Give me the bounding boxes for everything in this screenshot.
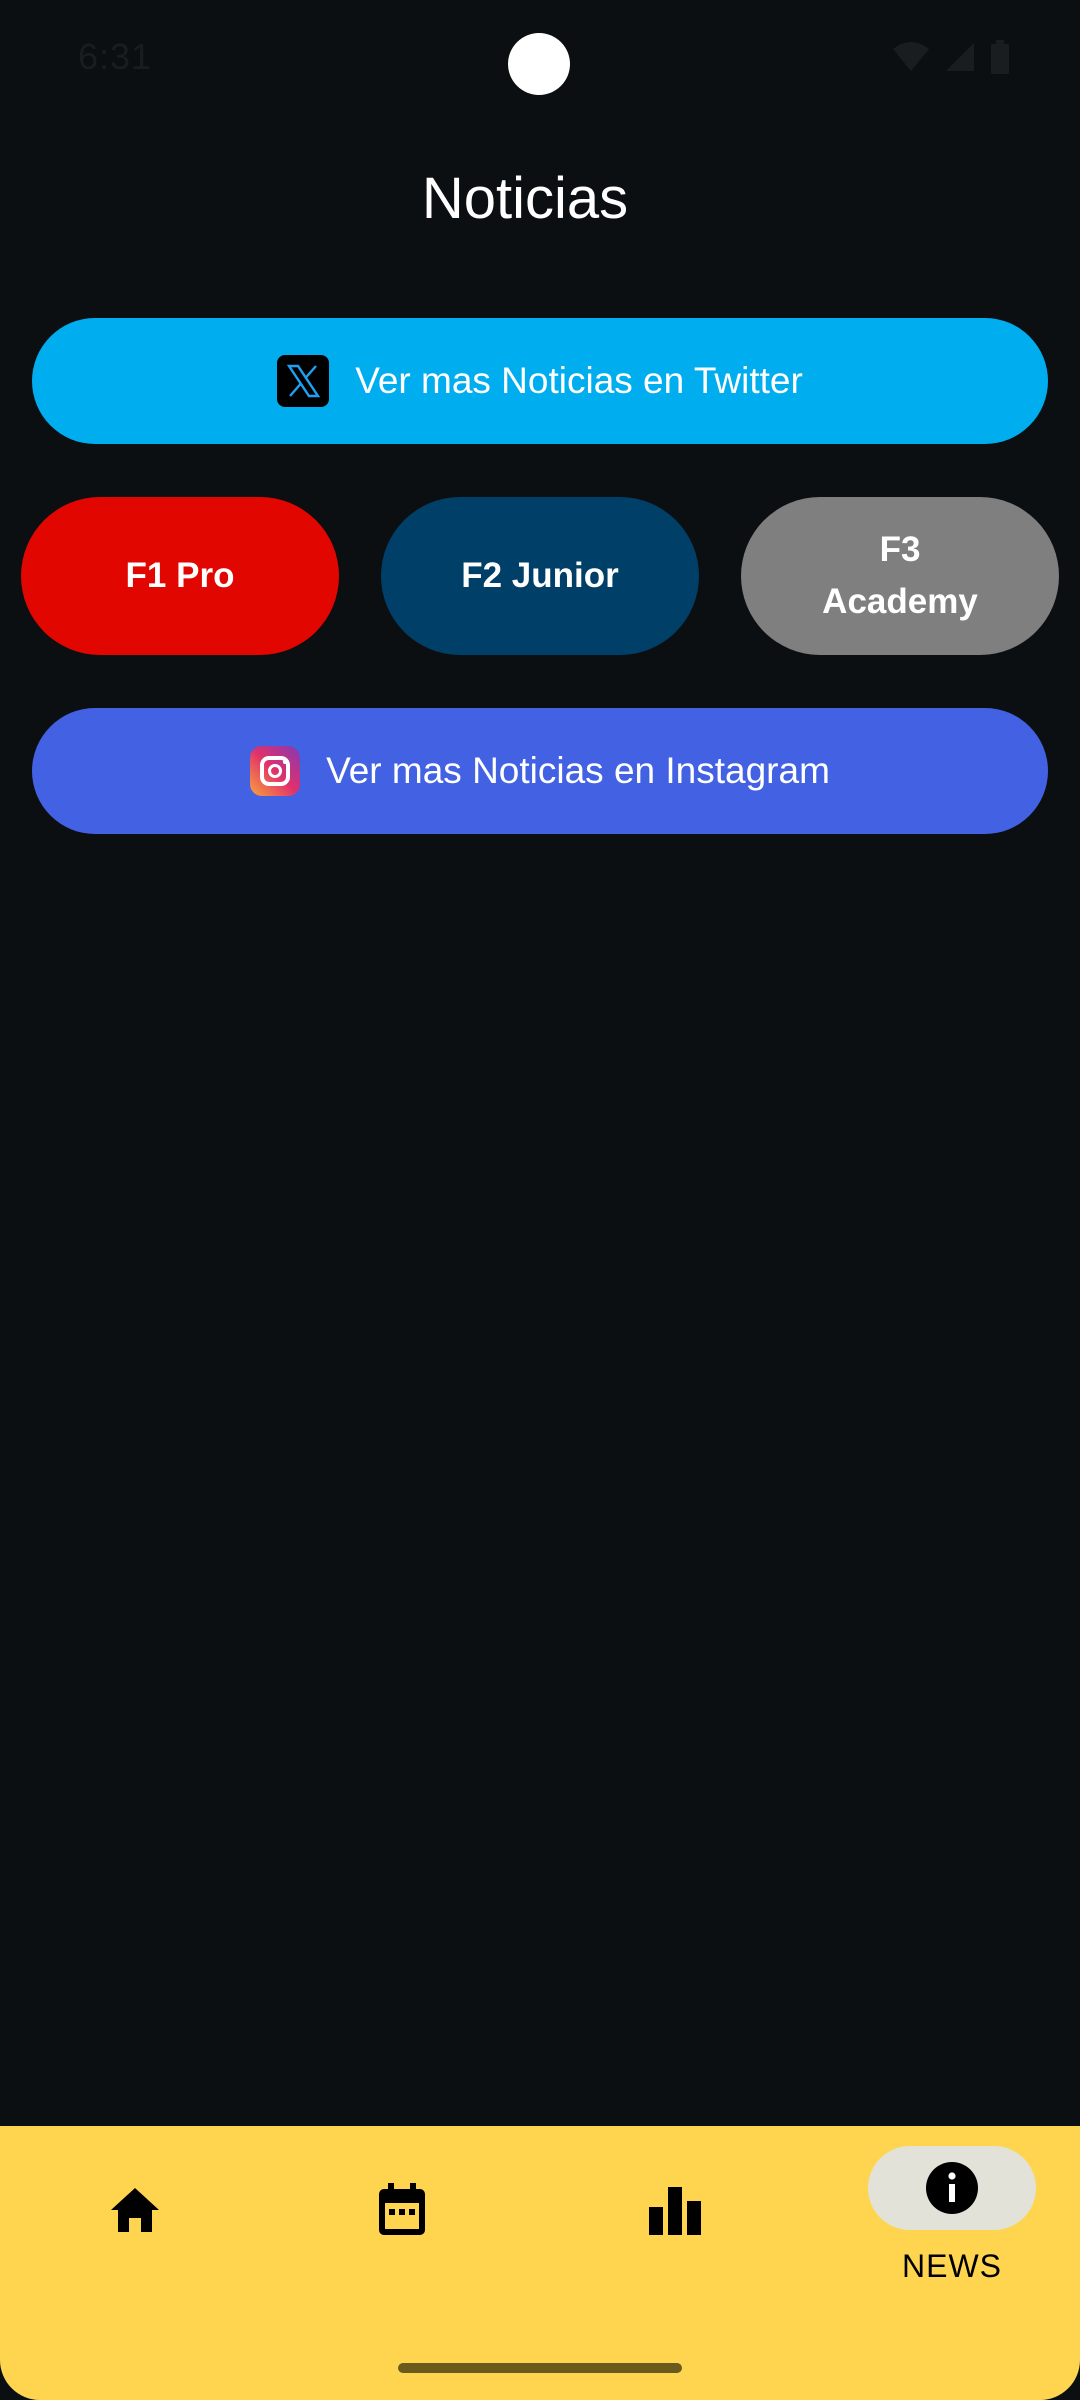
nav-item-standings[interactable] bbox=[540, 2146, 810, 2316]
nav-icon-container bbox=[51, 2168, 219, 2252]
instagram-news-button[interactable]: Ver mas Noticias en Instagram bbox=[32, 708, 1048, 834]
nav-item-home[interactable] bbox=[0, 2146, 270, 2316]
twitter-news-button[interactable]: Ver mas Noticias en Twitter bbox=[32, 318, 1048, 444]
screen: 6:31 Noticias Ver mas Noticias en Twitte… bbox=[0, 0, 1080, 2400]
calendar-icon bbox=[379, 2183, 425, 2235]
nav-item-news[interactable]: NEWS bbox=[817, 2146, 1080, 2316]
bar-chart-icon bbox=[649, 2187, 701, 2235]
instagram-icon-lens bbox=[268, 764, 283, 778]
bottom-navigation: NEWS bbox=[0, 2126, 1080, 2400]
twitter-button-label: Ver mas Noticias en Twitter bbox=[355, 360, 803, 401]
category-label-line1: F3 bbox=[879, 530, 921, 569]
category-f1-pro-button[interactable]: F1 Pro bbox=[21, 497, 339, 655]
category-label: F1 Pro bbox=[125, 556, 235, 595]
wifi-icon bbox=[893, 42, 929, 71]
info-icon bbox=[926, 2162, 978, 2214]
nav-icon-container bbox=[868, 2146, 1036, 2230]
status-bar: 6:31 bbox=[0, 0, 1080, 120]
nav-item-calendar[interactable] bbox=[267, 2146, 537, 2316]
nav-icon-container bbox=[591, 2168, 759, 2252]
nav-label-news: NEWS bbox=[902, 2248, 1002, 2284]
x-twitter-icon bbox=[277, 355, 330, 407]
page-title: Noticias bbox=[421, 166, 629, 231]
home-indicator[interactable] bbox=[398, 2363, 682, 2373]
signal-icon bbox=[946, 43, 974, 71]
category-label: F2 Junior bbox=[461, 556, 619, 595]
status-icons bbox=[892, 40, 1010, 74]
category-f3-academy-button[interactable]: F3 Academy bbox=[741, 497, 1059, 655]
home-icon bbox=[111, 2188, 159, 2232]
instagram-button-label: Ver mas Noticias en Instagram bbox=[326, 750, 830, 791]
status-time: 6:31 bbox=[78, 36, 153, 77]
category-f2-junior-button[interactable]: F2 Junior bbox=[381, 497, 699, 655]
battery-icon bbox=[991, 40, 1009, 74]
category-label-line2: Academy bbox=[822, 582, 978, 621]
nav-icon-container bbox=[318, 2168, 486, 2252]
instagram-icon bbox=[250, 746, 301, 796]
camera-cutout bbox=[508, 33, 570, 95]
